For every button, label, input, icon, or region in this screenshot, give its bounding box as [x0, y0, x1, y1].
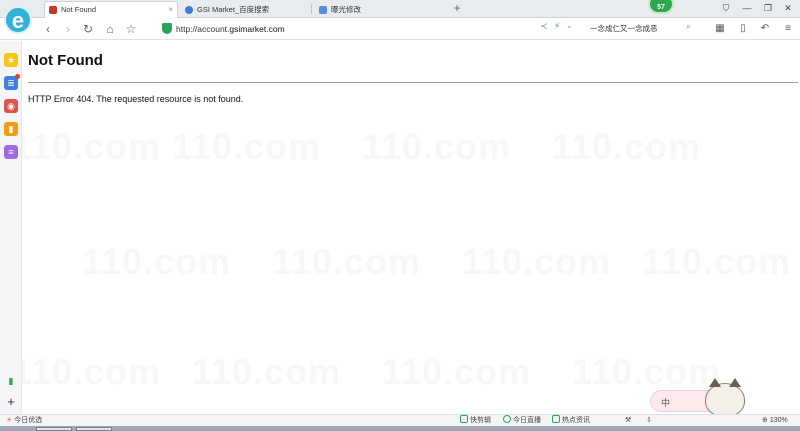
page-favicon-icon — [319, 6, 327, 14]
home-button[interactable]: ⌂ — [102, 20, 118, 38]
page-favicon-icon — [49, 6, 57, 14]
tab-bar: Not Found × GSI Market_百度搜索 曝光修改 + 57 ⛉ … — [0, 0, 800, 18]
notebook-icon[interactable]: ▮ — [4, 122, 18, 136]
daily-picks-link[interactable]: ☀ 今日优选 — [6, 415, 42, 426]
browser-window: Not Found × GSI Market_百度搜索 曝光修改 + 57 ⛉ … — [0, 0, 800, 431]
speed-mode-icon[interactable]: ⚡ — [554, 21, 560, 32]
share-icon[interactable]: ≺ — [540, 21, 548, 32]
status-bar: ☀ 今日优选 快剪辑 今日直播 热点资讯 ⚒ ⇩ ⊕ 130% — [0, 414, 800, 426]
page-title: Not Found — [28, 52, 103, 69]
tablet-icon[interactable]: ▯ — [735, 20, 751, 38]
clip-icon — [460, 415, 468, 423]
navigation-bar: ‹ › ↻ ⌂ ☆ http://account.gsimarket.com ≺… — [0, 18, 800, 40]
taskbar-button[interactable] — [36, 427, 72, 431]
favorites-star-icon[interactable]: ★ — [4, 53, 18, 67]
chevron-down-icon[interactable]: ⌄ — [566, 21, 573, 30]
restore-button[interactable]: ❐ — [759, 0, 777, 17]
tab-exposure[interactable]: 曝光修改 — [314, 1, 448, 18]
news-icon — [552, 415, 560, 423]
watermark: 110.com — [272, 241, 422, 282]
watermark: 110.com — [382, 351, 532, 392]
shirt-skin-icon[interactable]: ⛉ — [717, 0, 735, 17]
zoom-label: 130% — [769, 417, 788, 424]
bookmark-star-button[interactable]: ☆ — [123, 20, 139, 38]
game-controller-icon[interactable]: ◉ — [4, 99, 18, 113]
watermark: 110.com — [82, 241, 232, 282]
taskbar-button[interactable] — [76, 427, 112, 431]
cat-mascot-icon[interactable] — [705, 378, 745, 417]
status-item-live[interactable]: 今日直播 — [503, 415, 541, 426]
apps-grid-icon[interactable]: ▦ — [712, 20, 728, 38]
search-icon[interactable]: ⌕ — [686, 21, 691, 32]
tab-not-found[interactable]: Not Found × — [44, 1, 178, 18]
status-item-clip[interactable]: 快剪辑 — [460, 415, 491, 426]
watermark: 110.com — [642, 241, 792, 282]
tab-label: Not Found — [61, 5, 97, 14]
back-button[interactable]: ‹ — [40, 20, 56, 38]
reading-list-icon[interactable]: ≣ — [4, 74, 20, 90]
status-item-label: 今日直播 — [513, 417, 541, 424]
download-icon[interactable]: ⇩ — [646, 415, 652, 426]
close-window-button[interactable]: ✕ — [779, 0, 797, 17]
watermark: 110.com — [462, 241, 612, 282]
horizontal-rule — [28, 82, 798, 83]
cat-ear — [709, 378, 721, 387]
add-sidebar-item-icon[interactable]: + — [4, 395, 18, 409]
page-content: 110.com 110.com 110.com 110.com 110.com … — [22, 41, 800, 414]
zoom-level[interactable]: ⊕ 130% — [762, 415, 788, 426]
watermark: 110.com — [172, 126, 322, 167]
unread-dot — [15, 74, 20, 79]
watermark: 110.com — [362, 126, 512, 167]
status-item-label: 热点资讯 — [562, 417, 590, 424]
undo-icon[interactable]: ↶ — [757, 20, 773, 38]
tab-label: GSI Market_百度搜索 — [197, 5, 270, 14]
reload-button[interactable]: ↻ — [80, 20, 96, 38]
notes-icon[interactable]: ≡ — [4, 145, 18, 159]
cat-ear — [729, 378, 741, 387]
live-icon — [503, 415, 511, 423]
tab-label: 曝光修改 — [331, 5, 361, 14]
address-input[interactable]: http://account.gsimarket.com — [176, 22, 285, 36]
watermark: 110.com — [22, 351, 162, 392]
close-tab-icon[interactable]: × — [168, 2, 173, 18]
browser-logo-icon[interactable]: e — [4, 6, 32, 34]
tab-separator — [311, 4, 312, 14]
ime-mode-label[interactable]: 中 — [661, 396, 670, 409]
status-item-news[interactable]: 热点资讯 — [552, 415, 590, 426]
forward-button[interactable]: › — [60, 20, 76, 38]
new-tab-button[interactable]: + — [450, 0, 464, 17]
sun-icon: ☀ — [6, 417, 13, 424]
sidebar: ★ ≣ ◉ ▮ ≡ ▮ + — [0, 41, 22, 414]
watermark: 110.com — [22, 126, 162, 167]
security-shield-icon[interactable] — [162, 23, 172, 34]
zoom-icon: ⊕ — [762, 417, 768, 424]
daily-picks-label: 今日优选 — [14, 417, 43, 424]
watermark: 110.com — [192, 351, 342, 392]
error-message: HTTP Error 404. The requested resource i… — [28, 94, 244, 104]
watermark: 110.com — [552, 126, 702, 167]
tools-icon[interactable]: ⚒ — [625, 415, 631, 426]
battery-icon[interactable]: ▮ — [4, 374, 18, 388]
url-host: gsimarket.com — [229, 24, 285, 34]
tab-baidu-search[interactable]: GSI Market_百度搜索 — [180, 1, 310, 18]
url-prefix: http://account. — [176, 24, 230, 34]
minimize-button[interactable]: — — [738, 0, 756, 17]
os-taskbar — [0, 426, 800, 431]
baidu-paw-icon — [185, 6, 193, 14]
notification-badge[interactable]: 57 — [648, 0, 674, 14]
menu-icon[interactable]: ≡ — [780, 20, 796, 38]
status-item-label: 快剪辑 — [470, 417, 491, 424]
ime-mascot-widget[interactable]: 中 — [650, 378, 770, 417]
